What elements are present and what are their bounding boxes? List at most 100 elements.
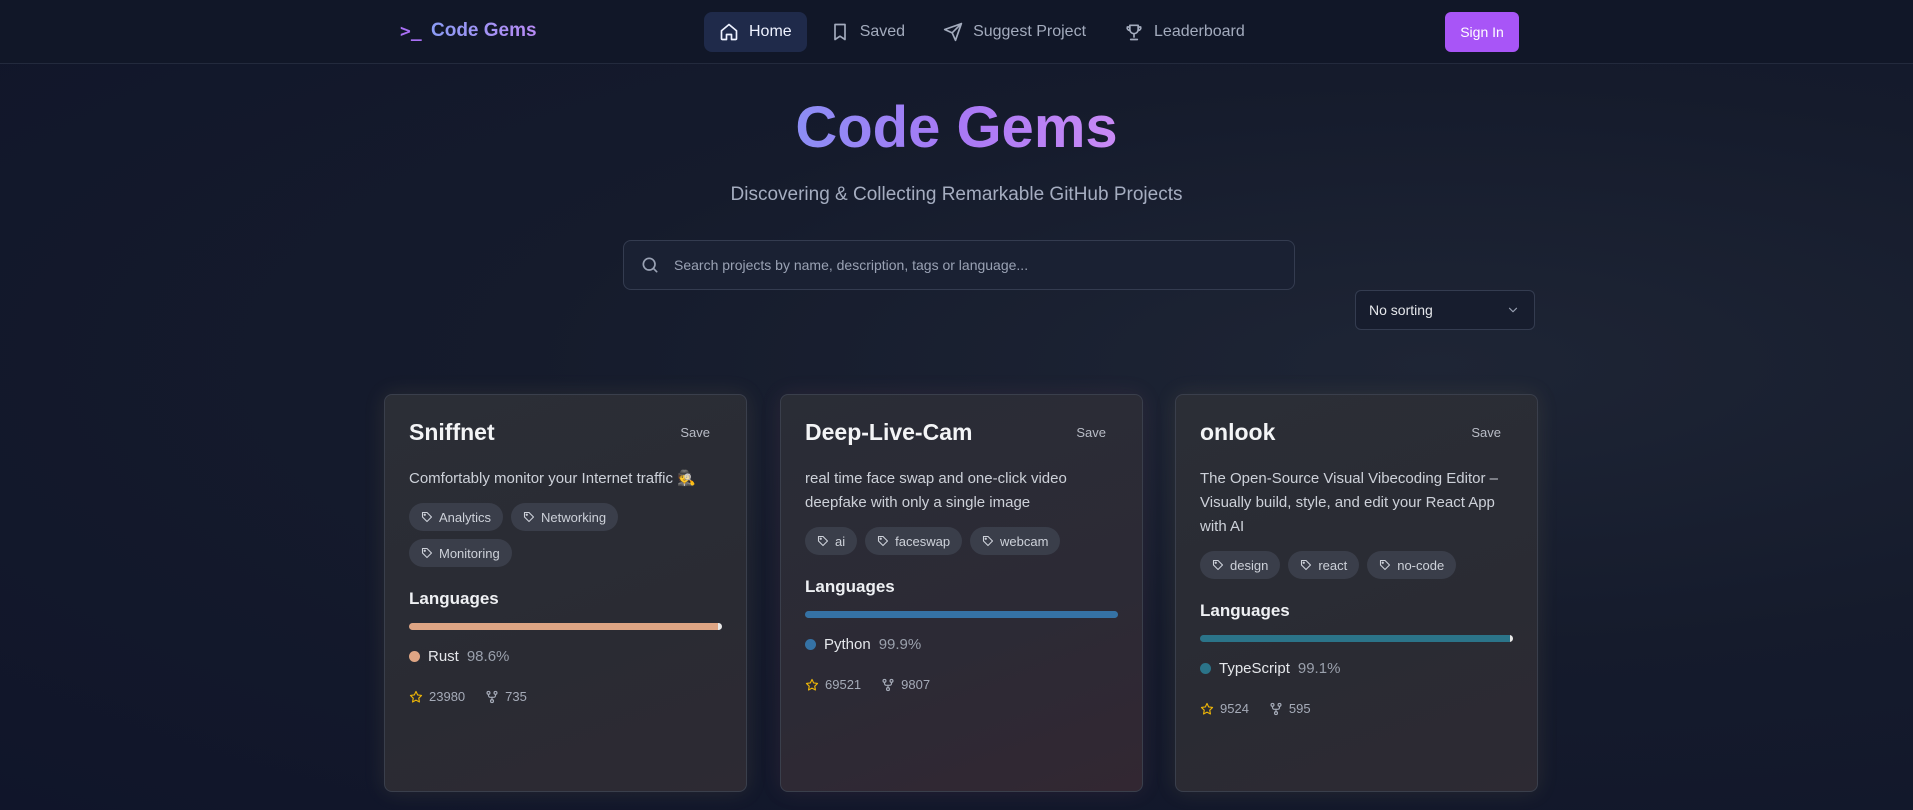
search-bar[interactable] (623, 240, 1295, 290)
tag-icon (817, 535, 829, 547)
tag-icon (1301, 559, 1312, 571)
language-percent: 98.6% (466, 648, 510, 665)
fork-icon (1270, 702, 1282, 715)
save-button[interactable]: Save (680, 425, 710, 440)
tag-icon (421, 511, 433, 523)
tag-icon (878, 535, 889, 547)
tag[interactable]: react (1288, 551, 1360, 579)
languages-heading: Languages (1200, 601, 1290, 620)
project-title[interactable]: Deep-Live-Cam (805, 419, 972, 446)
nav-saved-label: Saved (859, 23, 906, 40)
bookmark-icon (833, 23, 846, 41)
logo[interactable]: >_ Code Gems (400, 20, 537, 42)
tag-icon (982, 535, 994, 547)
tag-label: react (1318, 557, 1348, 573)
language-bar-remainder (717, 623, 722, 630)
forks-stat: 735 (485, 689, 527, 704)
stars-stat: 23980 (409, 689, 465, 704)
stars-count: 23980 (429, 689, 466, 704)
nav-leaderboard-label: Leaderboard (1154, 23, 1245, 40)
star-icon (1200, 702, 1214, 715)
tag-icon (523, 511, 535, 523)
tag-label: design (1230, 557, 1269, 573)
language-name: Python (824, 636, 871, 653)
language-row: Python 99.9% (805, 636, 1118, 653)
tag[interactable]: faceswap (865, 527, 963, 555)
nav-suggest-label: Suggest Project (973, 23, 1087, 40)
nav-suggest-project[interactable]: Suggest Project (928, 12, 1101, 52)
tag-icon (1380, 559, 1391, 571)
tag-icon (1212, 559, 1224, 571)
languages-heading: Languages (805, 577, 895, 596)
send-icon (943, 22, 963, 42)
language-bar (409, 623, 722, 630)
language-name: Rust (428, 648, 459, 665)
project-card[interactable]: Sniffnet Save Comfortably monitor your I… (384, 394, 747, 792)
project-card[interactable]: onlook Save The Open-Source Visual Vibec… (1175, 394, 1538, 792)
nav-saved[interactable]: Saved (815, 12, 920, 52)
language-bar-fill (805, 611, 1118, 618)
forks-count: 9807 (901, 677, 931, 692)
sort-select[interactable]: No sorting (1355, 290, 1535, 330)
languages-heading: Languages (409, 589, 499, 608)
repo-stats: 23980 735 (409, 689, 722, 704)
tag[interactable]: Networking (511, 503, 619, 531)
tag[interactable]: webcam (970, 527, 1061, 555)
language-row: Rust 98.6% (409, 648, 722, 665)
tag-list: ai faceswap webcam (805, 527, 1118, 555)
nav-home[interactable]: Home (704, 12, 807, 52)
chevron-down-icon (1508, 307, 1518, 313)
language-bar-fill (409, 623, 718, 630)
tag[interactable]: Monitoring (409, 539, 512, 567)
project-description: The Open-Source Visual Vibecoding Editor… (1200, 470, 1498, 535)
language-row: TypeScript 99.1% (1200, 660, 1513, 677)
tag-label: no-code (1397, 557, 1445, 573)
stars-stat: 69521 (805, 677, 861, 692)
tag-label: Analytics (439, 509, 492, 525)
tag-label: faceswap (895, 533, 951, 549)
tag-label: Networking (541, 509, 607, 525)
language-color-dot (409, 651, 420, 662)
page-subtitle: Discovering & Collecting Remarkable GitH… (730, 184, 1183, 205)
repo-stats: 9524 595 (1200, 701, 1513, 716)
forks-count: 735 (505, 689, 527, 704)
sort-selected-value: No sorting (1369, 302, 1433, 318)
forks-stat: 595 (1269, 701, 1311, 716)
language-color-dot (805, 639, 816, 650)
fork-icon (486, 690, 498, 703)
language-bar-remainder (1510, 635, 1513, 642)
sign-in-button[interactable]: Sign In (1445, 12, 1519, 52)
star-icon (409, 690, 423, 703)
project-title[interactable]: Sniffnet (409, 419, 495, 446)
top-navbar: >_ Code Gems Home Saved Suggest Project … (0, 0, 1913, 64)
home-icon (720, 23, 738, 41)
language-color-dot (1200, 663, 1211, 674)
language-name: TypeScript (1219, 660, 1290, 677)
language-bar-fill (1200, 635, 1511, 642)
tag[interactable]: Analytics (409, 503, 504, 531)
language-bar (805, 611, 1118, 618)
save-button[interactable]: Save (1076, 425, 1106, 440)
stars-stat: 9524 (1200, 701, 1249, 716)
project-card[interactable]: Deep-Live-Cam Save real time face swap a… (780, 394, 1143, 792)
tag[interactable]: design (1200, 551, 1281, 579)
tag[interactable]: ai (805, 527, 858, 555)
main-nav: Home Saved Suggest Project Leaderboard (704, 12, 1260, 52)
tag-label: ai (835, 533, 846, 549)
project-description: real time face swap and one-click video … (805, 470, 1067, 511)
tag-list: design react no-code (1200, 551, 1513, 579)
save-button[interactable]: Save (1471, 425, 1501, 440)
repo-stats: 69521 9807 (805, 677, 1118, 692)
project-title[interactable]: onlook (1200, 419, 1275, 446)
tag-label: webcam (1000, 533, 1049, 549)
logo-text: Code Gems (431, 20, 537, 41)
nav-leaderboard[interactable]: Leaderboard (1109, 12, 1260, 52)
tag[interactable]: no-code (1367, 551, 1457, 579)
tag-list: Analytics Networking Monitoring (409, 503, 722, 567)
fork-icon (882, 678, 894, 691)
project-description: Comfortably monitor your Internet traffi… (409, 470, 696, 487)
stars-count: 69521 (825, 677, 862, 692)
tag-icon (421, 547, 433, 559)
nav-home-label: Home (749, 23, 792, 40)
search-input[interactable] (674, 257, 1274, 273)
